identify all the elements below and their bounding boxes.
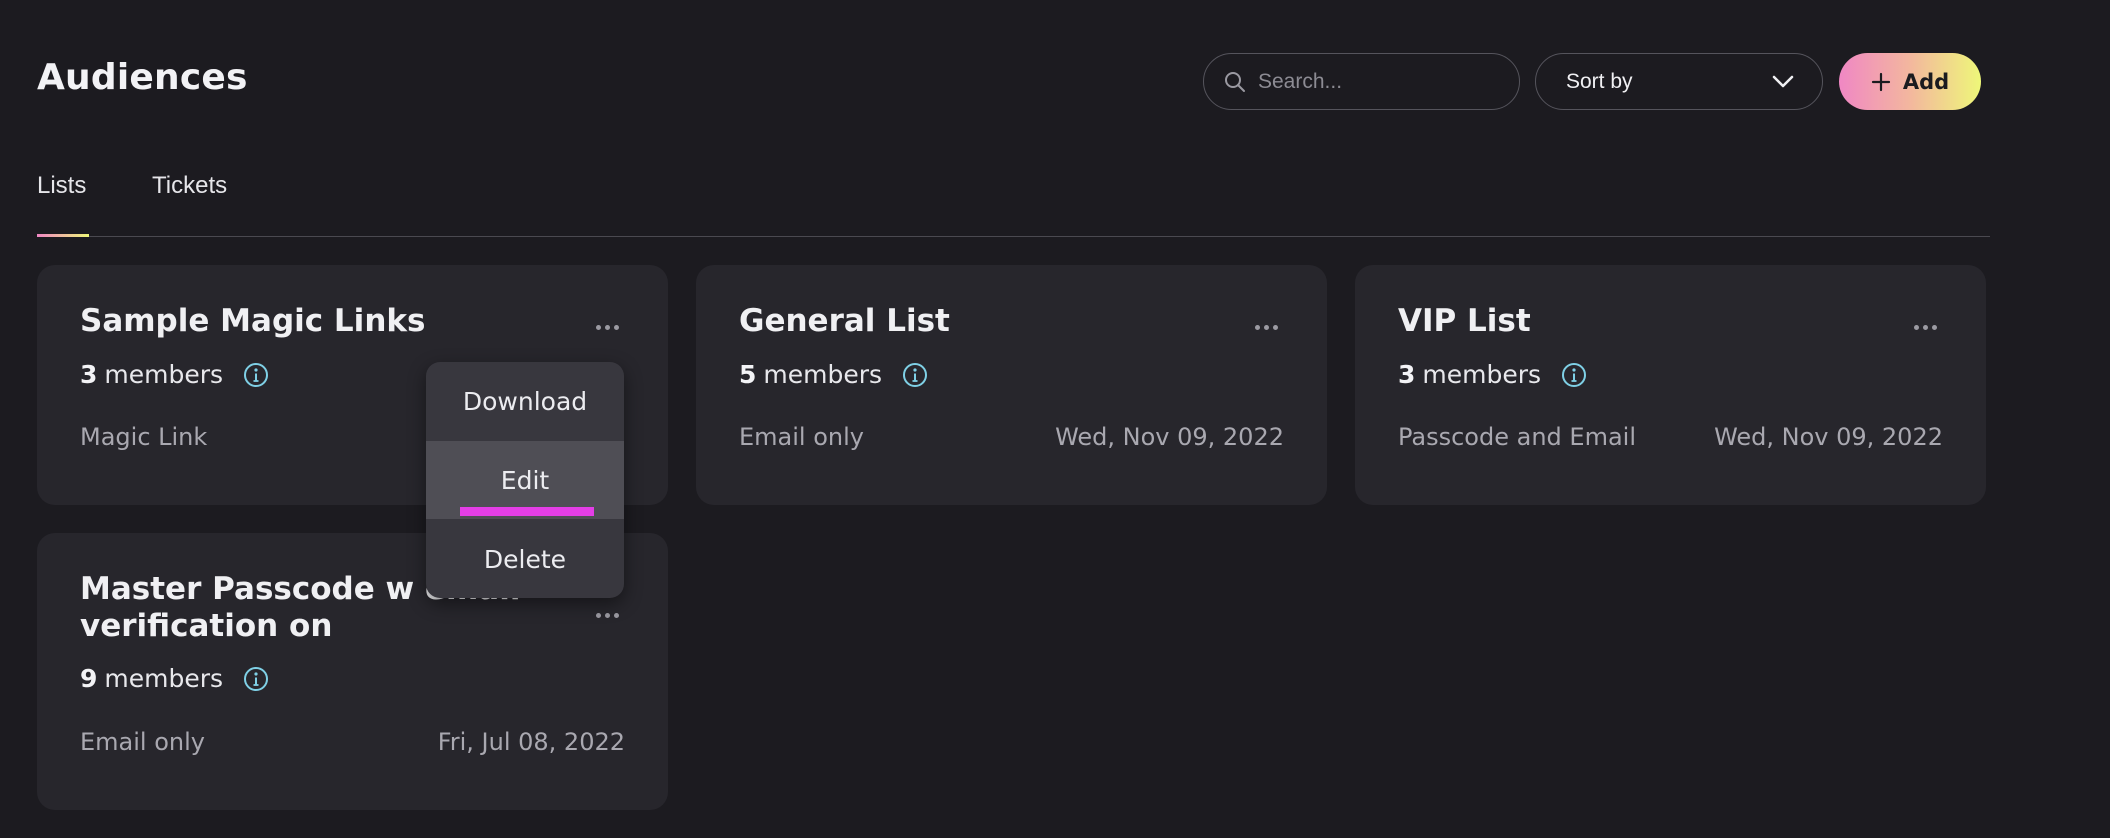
sort-by-dropdown[interactable]: Sort by: [1535, 53, 1823, 110]
members-label: members: [763, 360, 883, 389]
add-button[interactable]: Add: [1839, 53, 1981, 110]
card-title: VIP List: [1398, 303, 1531, 339]
list-card[interactable]: VIP List 3 members Passcode and Email We…: [1355, 265, 1986, 505]
card-date: Wed, Nov 09, 2022: [1055, 423, 1284, 451]
card-members: 3 members: [1398, 360, 1587, 389]
info-icon[interactable]: [902, 362, 928, 388]
card-title: Sample Magic Links: [80, 303, 426, 339]
search-icon: [1225, 71, 1245, 92]
active-tab-indicator: [37, 234, 89, 237]
menu-item-download[interactable]: Download: [426, 362, 624, 440]
member-count: 9: [80, 664, 98, 693]
more-options-icon[interactable]: [596, 613, 619, 618]
chevron-down-icon: [1772, 75, 1794, 87]
auth-type: Passcode and Email: [1398, 423, 1636, 451]
auth-type: Email only: [80, 728, 205, 756]
sort-by-label: Sort by: [1566, 69, 1633, 93]
tab-bar: Lists Tickets: [37, 170, 1990, 237]
card-context-menu: Download Edit Delete: [426, 362, 624, 598]
members-label: members: [1422, 360, 1542, 389]
auth-type: Email only: [739, 423, 864, 451]
card-title: General List: [739, 303, 950, 339]
card-date: Wed, Nov 09, 2022: [1714, 423, 1943, 451]
member-count: 3: [1398, 360, 1416, 389]
card-members: 5 members: [739, 360, 928, 389]
tab-tickets[interactable]: Tickets: [152, 172, 227, 200]
list-card[interactable]: General List 5 members Email only Wed, N…: [696, 265, 1327, 505]
more-options-icon[interactable]: [596, 325, 619, 330]
info-icon[interactable]: [243, 666, 269, 692]
more-options-icon[interactable]: [1914, 325, 1937, 330]
more-options-icon[interactable]: [1255, 325, 1278, 330]
card-date: Fri, Jul 08, 2022: [437, 728, 625, 756]
members-label: members: [104, 360, 224, 389]
search-box[interactable]: [1203, 53, 1520, 110]
plus-icon: [1871, 72, 1890, 91]
add-button-label: Add: [1902, 69, 1950, 94]
member-count: 5: [739, 360, 757, 389]
page-title: Audiences: [37, 57, 248, 98]
menu-item-delete[interactable]: Delete: [426, 520, 624, 598]
info-icon[interactable]: [243, 362, 269, 388]
menu-item-edit[interactable]: Edit: [426, 441, 624, 519]
info-icon[interactable]: [1561, 362, 1587, 388]
member-count: 3: [80, 360, 98, 389]
edit-highlight-underline: [460, 507, 594, 516]
menu-item-edit-label: Edit: [500, 465, 550, 495]
auth-type: Magic Link: [80, 423, 208, 451]
members-label: members: [104, 664, 224, 693]
card-members: 3 members: [80, 360, 269, 389]
tab-lists[interactable]: Lists: [37, 172, 86, 200]
card-members: 9 members: [80, 664, 269, 693]
search-input[interactable]: [1256, 68, 1500, 95]
